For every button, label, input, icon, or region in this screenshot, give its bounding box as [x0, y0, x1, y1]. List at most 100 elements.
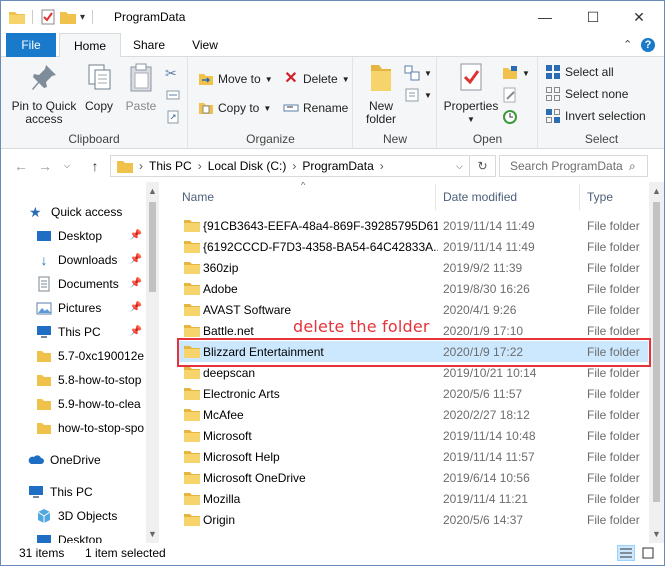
nav-desktop[interactable]: Desktop 📌 [36, 224, 146, 248]
scroll-thumb[interactable] [149, 202, 156, 292]
breadcrumb-this-pc[interactable]: This PC [149, 159, 192, 173]
column-header-name[interactable]: Name [182, 182, 214, 212]
table-row[interactable]: Electronic Arts 2020/5/6 11:57 File folder [178, 383, 648, 404]
search-icon[interactable]: ⌕ [629, 159, 636, 174]
open-button[interactable]: ▼ [502, 63, 530, 83]
pin-to-quick-access-button[interactable]: Pin to Quick access [9, 61, 79, 126]
table-row[interactable]: Microsoft OneDrive 2019/6/14 10:56 File fo… [178, 467, 648, 488]
nav-folder[interactable]: 5.9-how-to-clea [36, 392, 146, 416]
nav-onedrive[interactable]: OneDrive [28, 448, 146, 472]
rename-button[interactable]: Rename [283, 98, 348, 118]
table-row[interactable]: {91CB3643-EEFA-48a4-869F-39285795D61... 2… [178, 215, 648, 236]
file-type: File folder [587, 470, 640, 485]
maximize-button[interactable]: ☐ [570, 1, 616, 33]
copy-path-button[interactable] [165, 85, 181, 105]
search-input[interactable]: Search ProgramData [499, 155, 648, 177]
star-icon: ★ [29, 204, 42, 220]
breadcrumb-separator-icon[interactable]: › [198, 159, 202, 173]
scroll-up-icon[interactable]: ▲ [146, 186, 159, 196]
pin-icon[interactable]: 📌 [130, 302, 142, 313]
tab-view[interactable]: View [179, 33, 231, 57]
edit-button[interactable] [502, 85, 518, 105]
up-button[interactable]: ↑ [85, 156, 105, 176]
back-button[interactable]: ← [11, 156, 31, 176]
pin-icon[interactable]: 📌 [130, 326, 142, 337]
column-separator[interactable] [435, 184, 436, 210]
properties-button[interactable]: Properties ▼ [442, 61, 500, 126]
tab-file[interactable]: File [6, 33, 56, 57]
file-type: File folder [587, 428, 640, 443]
move-to-button[interactable]: Move to ▼ [198, 69, 273, 89]
nav-quick-access[interactable]: ★ Quick access [29, 200, 149, 224]
history-button[interactable] [502, 107, 518, 127]
nav-folder[interactable]: 5.7-0xc190012e [36, 344, 146, 368]
details-view-button[interactable] [617, 545, 635, 561]
new-folder-button[interactable]: New folder [362, 61, 400, 126]
new-folder-icon[interactable] [60, 10, 76, 24]
table-row[interactable]: Microsoft 2019/11/14 10:48 File folder [178, 425, 648, 446]
forward-button[interactable]: → [35, 156, 55, 176]
table-row[interactable]: Mozilla 2019/11/4 11:21 File folder [178, 488, 648, 509]
nav-downloads[interactable]: ↓ Downloads 📌 [36, 248, 146, 272]
customize-qat-icon[interactable]: ▾ [80, 12, 85, 23]
breadcrumb-local-disk[interactable]: Local Disk (C:) [208, 159, 287, 173]
new-item-button[interactable]: ▼ [404, 63, 432, 83]
new-group: New folder ▼ ▼ New [354, 57, 437, 149]
nav-desktop-2[interactable]: Desktop [36, 528, 146, 543]
table-row[interactable]: Adobe 2019/8/30 16:26 File folder [178, 278, 648, 299]
delete-button[interactable]: ✕ Delete ▼ [283, 69, 349, 89]
select-none-icon [546, 87, 560, 101]
easy-access-button[interactable]: ▼ [404, 85, 432, 105]
select-none-button[interactable]: Select none [545, 84, 628, 104]
file-type: File folder [587, 449, 640, 464]
address-dropdown-icon[interactable]: ⌵ [456, 161, 463, 172]
pin-icon[interactable]: 📌 [130, 254, 142, 265]
column-separator[interactable] [579, 184, 580, 210]
column-header-type[interactable]: Type [587, 182, 613, 212]
tab-home[interactable]: Home [59, 33, 121, 58]
breadcrumb-separator-icon[interactable]: › [292, 159, 296, 173]
minimize-button[interactable]: — [522, 1, 568, 33]
scroll-down-icon[interactable]: ▼ [649, 529, 664, 539]
select-all-button[interactable]: Select all [545, 62, 614, 82]
nav-folder[interactable]: how-to-stop-spo [36, 416, 146, 440]
dropdown-arrow-icon: ▼ [263, 103, 272, 113]
nav-pictures[interactable]: Pictures 📌 [36, 296, 146, 320]
large-icons-view-button[interactable] [639, 545, 657, 561]
table-row[interactable]: Origin 2020/5/6 14:37 File folder [178, 509, 648, 530]
nav-3d-objects[interactable]: 3D Objects [36, 504, 146, 528]
invert-selection-button[interactable]: Invert selection [545, 106, 646, 126]
paste-shortcut-button[interactable] [165, 107, 181, 127]
recent-locations-button[interactable]: ⌵ [57, 156, 77, 176]
scroll-down-icon[interactable]: ▼ [146, 529, 159, 539]
breadcrumb-separator-icon[interactable]: › [139, 159, 143, 173]
address-bar[interactable]: › This PC › Local Disk (C:) › ProgramDat… [110, 155, 470, 177]
table-row[interactable]: Microsoft Help 2019/11/14 11:57 File folde… [178, 446, 648, 467]
file-list-scrollbar[interactable]: ▲ ▼ [649, 182, 664, 543]
breadcrumb-separator-icon[interactable]: › [380, 159, 384, 173]
nav-scrollbar[interactable]: ▲ ▼ [146, 182, 159, 543]
help-icon[interactable]: ? [641, 38, 655, 52]
breadcrumb-programdata[interactable]: ProgramData [302, 159, 373, 173]
refresh-button[interactable]: ↻ [470, 155, 496, 177]
chevron-up-icon[interactable]: ⌃ [623, 38, 632, 51]
close-button[interactable]: ✕ [616, 1, 662, 33]
scroll-up-icon[interactable]: ▲ [649, 186, 664, 196]
nav-documents[interactable]: Documents 📌 [36, 272, 146, 296]
pin-icon[interactable]: 📌 [130, 278, 142, 289]
scroll-thumb[interactable] [653, 202, 660, 502]
cut-button[interactable]: ✂ [165, 63, 181, 83]
properties-icon[interactable] [40, 9, 56, 25]
table-row[interactable]: McAfee 2020/2/27 18:12 File folder [178, 404, 648, 425]
copy-button[interactable]: Copy [81, 61, 117, 113]
pin-icon[interactable]: 📌 [130, 230, 142, 241]
tab-share[interactable]: Share [124, 33, 174, 57]
copy-to-button[interactable]: Copy to ▼ [198, 98, 271, 118]
column-header-date[interactable]: Date modified [443, 182, 517, 212]
table-row[interactable]: {6192CCCD-F7D3-4358-BA54-64C42833A... 201… [178, 236, 648, 257]
paste-button[interactable]: Paste [122, 61, 160, 113]
nav-folder[interactable]: 5.8-how-to-stop [36, 368, 146, 392]
nav-this-pc[interactable]: This PC [28, 480, 146, 504]
table-row[interactable]: 360zip 2019/9/2 11:39 File folder [178, 257, 648, 278]
nav-this-pc-pinned[interactable]: This PC 📌 [36, 320, 146, 344]
